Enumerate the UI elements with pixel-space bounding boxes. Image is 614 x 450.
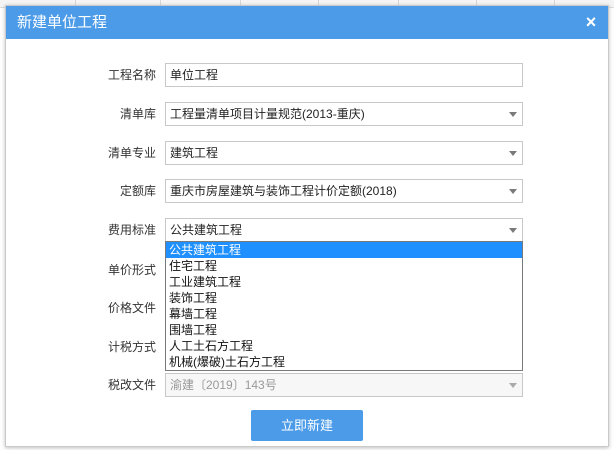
fee-standard-option[interactable]: 工业建筑工程 [166,274,522,290]
fee-standard-option[interactable]: 人工土石方工程 [166,338,522,354]
chevron-down-icon[interactable] [509,151,517,156]
chevron-down-icon[interactable] [509,189,517,194]
dialog-title: 新建单位工程 [17,14,108,31]
unit-price-form-label: 单价形式 [107,263,156,277]
close-icon[interactable]: × [582,13,600,31]
fee-standard-value: 公共建筑工程 [170,223,243,237]
bill-specialty-value: 建筑工程 [170,146,219,160]
chevron-down-icon [509,383,517,388]
new-unit-project-dialog: 新建单位工程 × 工程名称 单位工程 清单库 工程量清单项目计量规范(2013-… [5,5,609,447]
bill-library-value: 工程量清单项目计量规范(2013-重庆) [170,107,365,121]
tax-reform-file-select: 渝建〔2019〕143号 [165,373,523,397]
project-name-input[interactable]: 单位工程 [165,63,523,87]
tax-reform-file-label: 税改文件 [107,378,156,392]
project-name-label: 工程名称 [107,68,156,82]
fee-standard-option[interactable]: 公共建筑工程 [166,242,522,258]
fee-standard-option[interactable]: 幕墙工程 [166,306,522,322]
fee-standard-dropdown-list: 公共建筑工程 住宅工程 工业建筑工程 装饰工程 幕墙工程 围墙工程 人工土石方工… [165,241,523,371]
bill-library-label: 清单库 [119,107,156,121]
fee-standard-option[interactable]: 住宅工程 [166,258,522,274]
bill-specialty-select[interactable]: 建筑工程 [165,141,523,165]
fee-standard-select[interactable]: 公共建筑工程 [165,218,523,242]
chevron-down-icon[interactable] [509,112,517,117]
chevron-down-icon[interactable] [509,228,517,233]
tax-reform-file-value: 渝建〔2019〕143号 [170,378,277,392]
create-now-button[interactable]: 立即新建 [251,410,363,441]
project-name-value: 单位工程 [170,68,219,82]
price-file-label: 价格文件 [107,301,156,315]
quota-library-label: 定额库 [119,184,156,198]
quota-library-select[interactable]: 重庆市房屋建筑与装饰工程计价定额(2018) [165,179,523,203]
quota-library-value: 重庆市房屋建筑与装饰工程计价定额(2018) [170,184,397,198]
fee-standard-label: 费用标准 [107,223,156,237]
bill-library-select[interactable]: 工程量清单项目计量规范(2013-重庆) [165,102,523,126]
fee-standard-option[interactable]: 机械(爆破)土石方工程 [166,354,522,370]
fee-standard-option[interactable]: 装饰工程 [166,290,522,306]
bill-specialty-label: 清单专业 [107,146,156,160]
fee-standard-option[interactable]: 围墙工程 [166,322,522,338]
dialog-title-bar[interactable]: 新建单位工程 × [6,6,608,39]
tax-method-label: 计税方式 [107,340,156,354]
